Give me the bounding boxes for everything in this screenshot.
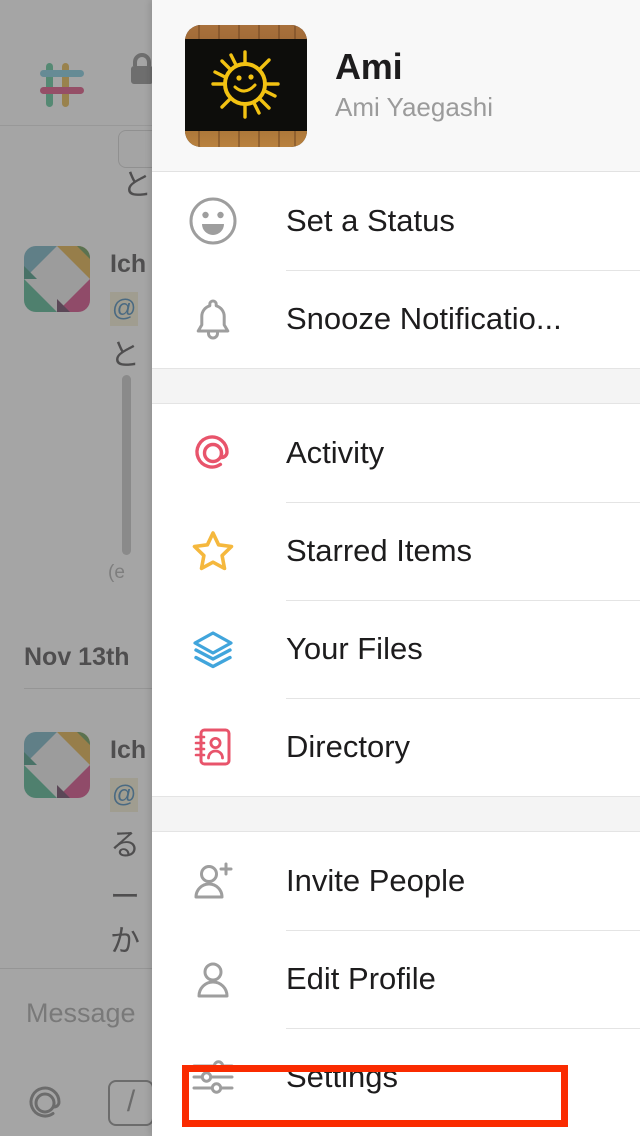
background-channel-view: と Ich @ と (e Nov 13th Ich @ る ー か Messag… bbox=[0, 0, 152, 1136]
message-mention: @ bbox=[110, 292, 139, 326]
menu-item-your-files[interactable]: Your Files bbox=[152, 600, 640, 698]
message-text-fragment: と bbox=[122, 168, 152, 203]
menu-item-label: Snooze Notificatio... bbox=[286, 301, 562, 336]
menu-item-starred-items[interactable]: Starred Items bbox=[152, 502, 640, 600]
composer-divider bbox=[0, 968, 152, 969]
menu-item-activity[interactable]: Activity bbox=[152, 404, 640, 502]
message-text-fragment: ー bbox=[110, 880, 140, 915]
user-menu-panel: Ami Ami Yaegashi Set a Status Snooze Not… bbox=[152, 0, 640, 1136]
profile-names: Ami Ami Yaegashi bbox=[335, 46, 493, 125]
profile-avatar bbox=[185, 24, 307, 147]
menu-section-separator bbox=[152, 368, 640, 404]
channel-top-bar bbox=[0, 0, 152, 126]
menu-item-set-a-status[interactable]: Set a Status bbox=[152, 172, 640, 270]
contact-card-icon bbox=[185, 719, 241, 775]
menu-item-label: Set a Status bbox=[286, 203, 455, 238]
message-text-fragment: る bbox=[110, 828, 140, 863]
menu-section-navigation: Activity Starred Items Your Files Direct… bbox=[152, 404, 640, 796]
bell-icon bbox=[185, 291, 241, 347]
menu-section-status: Set a Status Snooze Notificatio... bbox=[152, 172, 640, 368]
date-divider-rule bbox=[24, 688, 152, 689]
menu-item-label: Starred Items bbox=[286, 533, 473, 568]
menu-item-label: Edit Profile bbox=[286, 961, 436, 996]
lock-icon bbox=[128, 52, 152, 86]
menu-item-label: Directory bbox=[286, 729, 411, 764]
message-mention: @ bbox=[110, 778, 139, 812]
menu-item-label: Your Files bbox=[286, 631, 423, 666]
message-quote-bar bbox=[122, 375, 131, 555]
at-mention-icon bbox=[185, 425, 241, 481]
message-author: Ich bbox=[110, 250, 147, 278]
smiley-face-icon bbox=[185, 193, 241, 249]
profile-display-name: Ami bbox=[335, 45, 403, 87]
at-icon[interactable] bbox=[24, 1082, 66, 1124]
slash-command-icon[interactable] bbox=[108, 1080, 152, 1126]
star-icon bbox=[185, 523, 241, 579]
profile-header[interactable]: Ami Ami Yaegashi bbox=[152, 0, 640, 172]
menu-section-account: Invite People Edit Profile Settings bbox=[152, 832, 640, 1126]
message-author: Ich bbox=[110, 736, 147, 764]
person-icon bbox=[185, 951, 241, 1007]
menu-item-directory[interactable]: Directory bbox=[152, 698, 640, 796]
layers-icon bbox=[185, 621, 241, 677]
message-input-placeholder: Message bbox=[26, 998, 136, 1028]
message-text-fragment: か bbox=[110, 924, 140, 959]
date-divider-label: Nov 13th bbox=[24, 643, 130, 671]
menu-item-edit-profile[interactable]: Edit Profile bbox=[152, 930, 640, 1028]
menu-item-label: Settings bbox=[286, 1059, 399, 1094]
sliders-icon bbox=[185, 1049, 241, 1105]
menu-item-settings[interactable]: Settings bbox=[152, 1028, 640, 1126]
menu-section-separator bbox=[152, 796, 640, 832]
edited-marker: (e bbox=[108, 562, 125, 583]
message-avatar bbox=[24, 246, 90, 312]
slack-mobile-screen: と Ich @ と (e Nov 13th Ich @ る ー か Messag… bbox=[0, 0, 640, 1136]
slack-logo bbox=[32, 55, 92, 115]
person-add-icon bbox=[185, 853, 241, 909]
message-avatar bbox=[24, 732, 90, 798]
profile-real-name: Ami Yaegashi bbox=[335, 92, 494, 123]
menu-item-label: Invite People bbox=[286, 863, 466, 898]
menu-item-snooze-notifications[interactable]: Snooze Notificatio... bbox=[152, 270, 640, 368]
menu-item-label: Activity bbox=[286, 435, 385, 470]
message-text-fragment: と bbox=[110, 338, 140, 373]
menu-item-invite-people[interactable]: Invite People bbox=[152, 832, 640, 930]
